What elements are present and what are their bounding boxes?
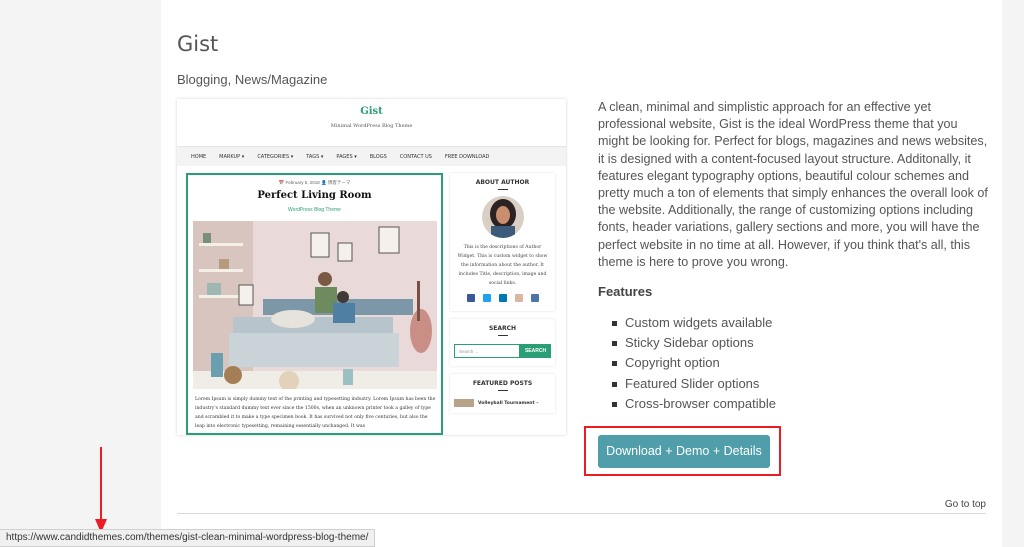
- featured-post-item: Volleyball Tournament –: [454, 399, 551, 413]
- twitter-icon: [482, 294, 491, 302]
- feature-item: Custom widgets available: [610, 313, 776, 333]
- instagram-icon: [514, 294, 523, 302]
- featured-post-title: Volleyball Tournament –: [478, 400, 539, 406]
- preview-nav-item: MARKUP ▾: [219, 153, 245, 160]
- bullet-icon: [612, 381, 617, 387]
- preview-tagline: Minimal WordPress Blog Theme: [330, 123, 413, 129]
- theme-card: Gist Blogging, News/Magazine Gist Minima…: [161, 0, 1002, 547]
- divider: [177, 513, 986, 514]
- preview-nav-item: PAGES ▾: [336, 153, 357, 160]
- linkedin-icon: [498, 294, 507, 302]
- bullet-icon: [612, 341, 617, 347]
- featured-post-thumbnail: [454, 399, 474, 407]
- preview-nav: HOME MARKUP ▾ CATEGORIES ▾ TAGS ▾ PAGES …: [177, 146, 566, 166]
- widget-divider: [497, 335, 508, 336]
- preview-post-title: Perfect Living Room: [257, 190, 372, 201]
- preview-search-input: Search ...: [454, 344, 520, 358]
- feature-item-label: Cross-browser compatible: [625, 395, 776, 411]
- feature-item-label: Featured Slider options: [625, 375, 760, 391]
- search-widget-title: SEARCH: [488, 325, 517, 332]
- status-bar-url: https://www.candidthemes.com/themes/gist…: [0, 529, 376, 547]
- preview-post-excerpt: Lorem Ipsum is simply dummy text of the …: [195, 397, 436, 429]
- living-room-photo: [193, 221, 437, 389]
- preview-sidebar: ABOUT AUTHOR This is the descriptions of…: [450, 173, 555, 421]
- about-author-title: ABOUT AUTHOR: [475, 179, 530, 186]
- facebook-icon: [466, 294, 475, 302]
- preview-nav-item: HOME: [191, 153, 207, 160]
- preview-post-card: 📅 February 5, 2018 👤 博客テーマ Perfect Livin…: [186, 173, 443, 435]
- go-to-top-link[interactable]: Go to top: [945, 499, 986, 510]
- preview-site-title: Gist: [360, 106, 383, 117]
- preview-post-meta: 📅 February 5, 2018 👤 博客テーマ: [278, 180, 351, 185]
- feature-item: Copyright option: [610, 353, 776, 373]
- author-avatar: [481, 196, 524, 238]
- features-list: Custom widgets available Sticky Sidebar …: [610, 313, 776, 414]
- bullet-icon: [612, 361, 617, 367]
- bullet-icon: [612, 401, 617, 407]
- about-author-text: This is the descriptions of Author Widge…: [457, 245, 548, 286]
- bullet-icon: [612, 321, 617, 326]
- theme-preview-image[interactable]: Gist Minimal WordPress Blog Theme HOME M…: [177, 99, 566, 435]
- widget-divider: [497, 189, 508, 190]
- preview-search-button: SEARCH: [520, 344, 551, 358]
- features-heading: Features: [598, 284, 653, 299]
- preview-nav-item: FREE DOWNLOAD: [444, 153, 490, 160]
- feature-item: Featured Slider options: [610, 374, 776, 394]
- preview-nav-item: CONTACT US: [399, 153, 432, 160]
- featured-posts-title: FEATURED POSTS: [472, 380, 533, 387]
- theme-title[interactable]: Gist: [177, 32, 218, 56]
- preview-nav-item: CATEGORIES ▾: [257, 153, 294, 160]
- feature-item-label: Custom widgets available: [625, 315, 773, 330]
- theme-description: A clean, minimal and simplistic approach…: [598, 100, 988, 269]
- preview-search-form: Search ... SEARCH: [454, 344, 551, 366]
- feature-item: Cross-browser compatible: [610, 394, 776, 414]
- social-links: [450, 288, 555, 311]
- featured-posts-widget: FEATURED POSTS Volleyball Tournament –: [450, 374, 555, 413]
- vk-icon: [530, 294, 539, 302]
- widget-divider: [497, 390, 508, 391]
- about-author-widget: ABOUT AUTHOR This is the descriptions of…: [450, 173, 555, 311]
- download-demo-details-button[interactable]: Download + Demo + Details: [598, 435, 770, 468]
- search-widget: SEARCH Search ... SEARCH: [450, 319, 555, 366]
- theme-categories[interactable]: Blogging, News/Magazine: [177, 72, 327, 87]
- feature-item-label: Sticky Sidebar options: [625, 335, 754, 351]
- feature-item: Sticky Sidebar options: [610, 333, 776, 353]
- arrow-down-icon: [95, 447, 107, 533]
- preview-post-category: WordPress Blog Theme: [288, 207, 341, 213]
- preview-nav-item: TAGS ▾: [306, 153, 324, 160]
- preview-nav-item: BLOGS: [369, 153, 387, 160]
- feature-item-label: Copyright option: [625, 355, 720, 371]
